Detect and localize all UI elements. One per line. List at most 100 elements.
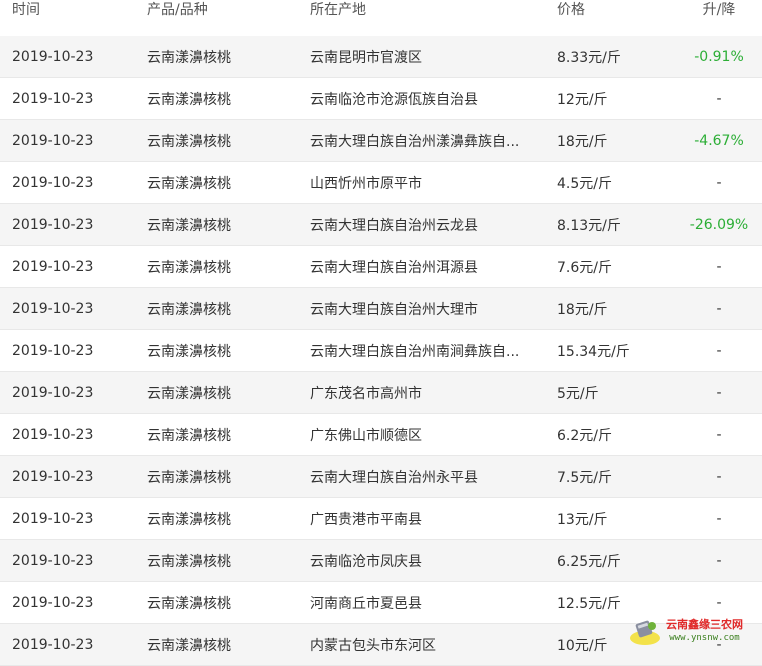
- row-product-text: 云南漾濞核桃: [147, 133, 231, 150]
- row-location: 河南商丘市夏邑县: [310, 582, 550, 623]
- row-date: 2019-10-23: [12, 288, 137, 329]
- row-price: 12元/斤: [557, 78, 667, 119]
- row-date-text: 2019-10-23: [12, 342, 94, 359]
- table-row: 2019-10-23 云南漾濞核桃 云南大理白族自治州南涧彝族自... 15.34元/…: [0, 330, 762, 372]
- row-change: -: [680, 372, 758, 413]
- row-location-text: 云南大理白族自治州南涧彝族自...: [310, 343, 520, 360]
- row-product: 云南漾濞核桃: [147, 120, 297, 161]
- row-date: 2019-10-23: [12, 162, 137, 203]
- row-product: 云南漾濞核桃: [147, 162, 297, 203]
- row-location-text: 云南大理白族自治州云龙县: [310, 217, 478, 234]
- row-change: -: [680, 414, 758, 455]
- row-location: 广西贵港市平南县: [310, 498, 550, 539]
- row-change-text: -: [716, 384, 722, 401]
- row-location-text: 云南临沧市沧源佤族自治县: [310, 91, 478, 108]
- row-location-text: 河南商丘市夏邑县: [310, 595, 422, 612]
- row-price: 18元/斤: [557, 288, 667, 329]
- row-price-text: 5元/斤: [557, 385, 599, 402]
- table-row: 2019-10-23 云南漾濞核桃 云南临沧市沧源佤族自治县 12元/斤 -: [0, 78, 762, 120]
- header-change: 升/降: [702, 2, 736, 18]
- watermark-title: 云南鑫缘三农网: [666, 618, 743, 631]
- row-product-text: 云南漾濞核桃: [147, 385, 231, 402]
- row-date: 2019-10-23: [12, 456, 137, 497]
- row-change-text: -: [716, 90, 722, 107]
- row-date-text: 2019-10-23: [12, 132, 94, 149]
- row-change: -: [680, 162, 758, 203]
- row-date-text: 2019-10-23: [12, 48, 94, 65]
- row-location-text: 广西贵港市平南县: [310, 511, 422, 528]
- row-product: 云南漾濞核桃: [147, 36, 297, 77]
- row-date: 2019-10-23: [12, 582, 137, 623]
- row-product: 云南漾濞核桃: [147, 288, 297, 329]
- row-location: 云南临沧市凤庆县: [310, 540, 550, 581]
- row-location: 云南昆明市官渡区: [310, 36, 550, 77]
- row-location-text: 广东佛山市顺德区: [310, 427, 422, 444]
- row-product: 云南漾濞核桃: [147, 540, 297, 581]
- row-price: 7.5元/斤: [557, 456, 667, 497]
- row-product-text: 云南漾濞核桃: [147, 91, 231, 108]
- row-price: 6.25元/斤: [557, 540, 667, 581]
- row-location: 内蒙古包头市东河区: [310, 624, 550, 665]
- row-price: 15.34元/斤: [557, 330, 667, 371]
- row-location: 云南大理白族自治州南涧彝族自...: [310, 330, 550, 371]
- table-row: 2019-10-23 云南漾濞核桃 广东茂名市高州市 5元/斤 -: [0, 372, 762, 414]
- row-product: 云南漾濞核桃: [147, 246, 297, 287]
- row-price-text: 8.13元/斤: [557, 217, 621, 234]
- row-date-text: 2019-10-23: [12, 426, 94, 443]
- row-change-text: -: [716, 174, 722, 191]
- header-location: 所在产地: [310, 2, 366, 18]
- row-date-text: 2019-10-23: [12, 636, 94, 653]
- row-location-text: 内蒙古包头市东河区: [310, 637, 436, 654]
- row-change: -: [680, 540, 758, 581]
- row-change-text: -: [716, 342, 722, 359]
- row-price: 8.33元/斤: [557, 36, 667, 77]
- row-product: 云南漾濞核桃: [147, 330, 297, 371]
- row-location-text: 云南大理白族自治州漾濞彝族自...: [310, 133, 520, 150]
- site-watermark: 云南鑫缘三农网 www.ynsnw.com: [628, 608, 750, 654]
- row-product: 云南漾濞核桃: [147, 582, 297, 623]
- table-row: 2019-10-23 云南漾濞核桃 云南大理白族自治州云龙县 8.13元/斤 -26.0…: [0, 204, 762, 246]
- row-price: 4.5元/斤: [557, 162, 667, 203]
- row-product: 云南漾濞核桃: [147, 414, 297, 455]
- row-change-text: -: [716, 510, 722, 527]
- table-row: 2019-10-23 云南漾濞核桃 云南大理白族自治州大理市 18元/斤 -: [0, 288, 762, 330]
- row-date-text: 2019-10-23: [12, 594, 94, 611]
- row-date: 2019-10-23: [12, 372, 137, 413]
- row-change: -26.09%: [680, 204, 758, 245]
- row-location: 云南大理白族自治州漾濞彝族自...: [310, 120, 550, 161]
- row-change: -: [680, 78, 758, 119]
- row-date: 2019-10-23: [12, 78, 137, 119]
- row-price-text: 6.2元/斤: [557, 427, 612, 444]
- row-price: 7.6元/斤: [557, 246, 667, 287]
- row-change: -: [680, 246, 758, 287]
- row-product-text: 云南漾濞核桃: [147, 175, 231, 192]
- row-product: 云南漾濞核桃: [147, 456, 297, 497]
- row-product: 云南漾濞核桃: [147, 498, 297, 539]
- row-change: -: [680, 288, 758, 329]
- row-date-text: 2019-10-23: [12, 300, 94, 317]
- row-date-text: 2019-10-23: [12, 174, 94, 191]
- row-product: 云南漾濞核桃: [147, 372, 297, 413]
- row-location: 云南大理白族自治州大理市: [310, 288, 550, 329]
- row-price-text: 13元/斤: [557, 511, 608, 528]
- row-date: 2019-10-23: [12, 330, 137, 371]
- row-price-text: 7.5元/斤: [557, 469, 612, 486]
- row-price-text: 7.6元/斤: [557, 259, 612, 276]
- table-row: 2019-10-23 云南漾濞核桃 广西贵港市平南县 13元/斤 -: [0, 498, 762, 540]
- table-row: 2019-10-23 云南漾濞核桃 山西忻州市原平市 4.5元/斤 -: [0, 162, 762, 204]
- table-row: 2019-10-23 云南漾濞核桃 云南大理白族自治州漾濞彝族自... 18元/斤 -4…: [0, 120, 762, 162]
- row-location: 广东茂名市高州市: [310, 372, 550, 413]
- row-product-text: 云南漾濞核桃: [147, 469, 231, 486]
- row-location: 云南大理白族自治州云龙县: [310, 204, 550, 245]
- table-row: 2019-10-23 云南漾濞核桃 云南昆明市官渡区 8.33元/斤 -0.91%: [0, 36, 762, 78]
- row-change-text: -: [716, 468, 722, 485]
- table-row: 2019-10-23 云南漾濞核桃 云南大理白族自治州永平县 7.5元/斤 -: [0, 456, 762, 498]
- row-change-text: -: [716, 426, 722, 443]
- row-price-text: 8.33元/斤: [557, 49, 621, 66]
- row-change: -0.91%: [680, 36, 758, 77]
- row-location-text: 山西忻州市原平市: [310, 175, 422, 192]
- row-change: -: [680, 498, 758, 539]
- table-body: 2019-10-23 云南漾濞核桃 云南昆明市官渡区 8.33元/斤 -0.91% 201…: [0, 36, 762, 666]
- row-product-text: 云南漾濞核桃: [147, 49, 231, 66]
- row-price-text: 10元/斤: [557, 637, 608, 654]
